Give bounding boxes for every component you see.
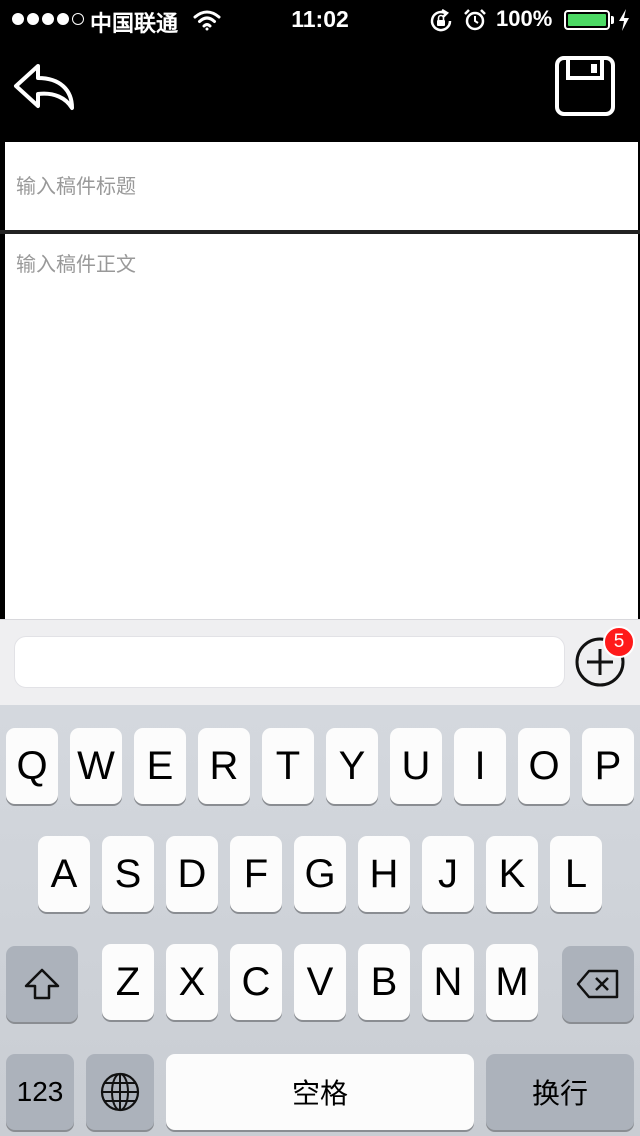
save-button[interactable] [552,54,618,118]
rotation-lock-icon [430,9,452,32]
title-input[interactable] [5,142,638,230]
key-r[interactable]: R [198,728,250,804]
space-key[interactable]: 空格 [166,1054,474,1130]
title-field [5,142,638,230]
keyboard: QWERTYUIOP ASDFGHJKL ZXCVBNM 123 空格 换行 [0,705,640,1136]
key-s[interactable]: S [102,836,154,912]
attachment-count-badge: 5 [603,626,635,658]
battery-cap [611,16,614,24]
globe-icon [100,1072,140,1112]
key-b[interactable]: B [358,944,410,1020]
numbers-key[interactable]: 123 [6,1054,74,1130]
key-c[interactable]: C [230,944,282,1020]
alarm-icon [464,9,486,31]
key-f[interactable]: F [230,836,282,912]
shift-icon [24,968,60,1000]
charging-bolt-icon [619,9,629,31]
input-accessory-bar [0,619,640,705]
body-field [5,234,638,620]
nav-bar [0,40,640,142]
key-x[interactable]: X [166,944,218,1020]
key-k[interactable]: K [486,836,538,912]
delete-key[interactable] [562,946,634,1022]
reply-arrow-icon [14,64,74,110]
floppy-disk-icon [555,56,615,116]
battery-percentage: 100% [496,6,553,31]
key-v[interactable]: V [294,944,346,1020]
globe-key[interactable] [86,1054,154,1130]
key-t[interactable]: T [262,728,314,804]
accessory-text-input[interactable] [14,636,565,688]
backspace-icon [576,969,619,999]
key-l[interactable]: L [550,836,602,912]
return-key[interactable]: 换行 [486,1054,634,1130]
shift-key[interactable] [6,946,78,1022]
key-h[interactable]: H [358,836,410,912]
back-button[interactable] [10,60,80,114]
key-i[interactable]: I [454,728,506,804]
key-n[interactable]: N [422,944,474,1020]
key-e[interactable]: E [134,728,186,804]
status-bar: 中国联通 11:02 100% [0,0,640,40]
key-y[interactable]: Y [326,728,378,804]
battery-icon [564,10,610,30]
key-z[interactable]: Z [102,944,154,1020]
key-o[interactable]: O [518,728,570,804]
key-d[interactable]: D [166,836,218,912]
key-m[interactable]: M [486,944,538,1020]
key-p[interactable]: P [582,728,634,804]
key-w[interactable]: W [70,728,122,804]
key-u[interactable]: U [390,728,442,804]
key-a[interactable]: A [38,836,90,912]
key-g[interactable]: G [294,836,346,912]
key-j[interactable]: J [422,836,474,912]
body-textarea[interactable] [5,234,638,620]
key-q[interactable]: Q [6,728,58,804]
